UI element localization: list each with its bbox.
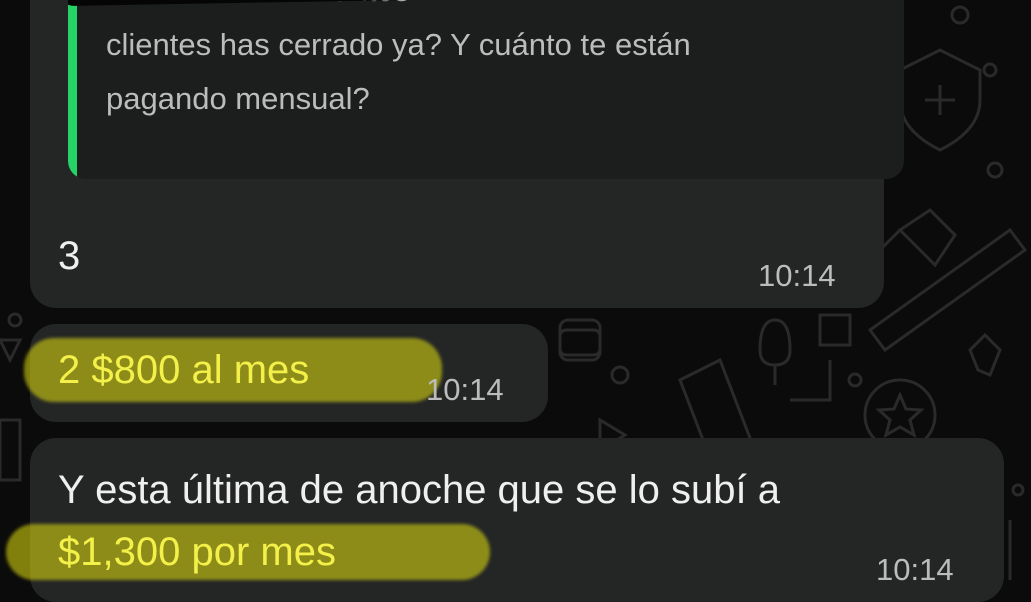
message-text: 3 xyxy=(58,234,81,278)
message-bubble-incoming[interactable]: Y esta última de anoche que se lo subí a… xyxy=(6,438,1004,602)
star-icon xyxy=(875,391,925,439)
mic-icon xyxy=(758,318,792,385)
message-timestamp: 10:14 xyxy=(426,372,504,407)
pin-icon xyxy=(878,208,957,268)
message-timestamp: 10:14 xyxy=(876,552,954,587)
quoted-message-text: ada entonces cuántos clientes has cerrad… xyxy=(106,0,691,116)
message-text-line-2: $1,300 por mes xyxy=(58,530,336,574)
message-text-line-1: Y esta última de anoche que se lo subí a xyxy=(58,468,780,512)
message-bubble-incoming[interactable]: ada entonces cuántos clientes has cerrad… xyxy=(30,0,904,308)
quote-accent-bar xyxy=(68,0,77,179)
message-bubble-incoming[interactable]: 2 $800 al mes 10:14 xyxy=(24,324,548,422)
message-timestamp: 10:14 xyxy=(758,258,836,293)
message-text: 2 $800 al mes xyxy=(58,348,310,392)
quoted-reply[interactable]: ada entonces cuántos clientes has cerrad… xyxy=(68,0,904,179)
